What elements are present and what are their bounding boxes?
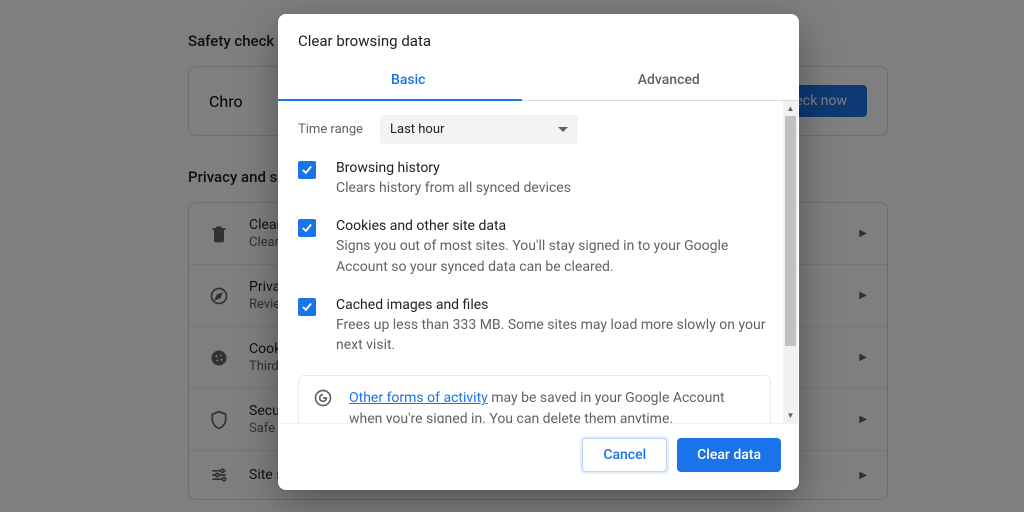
option-subtitle: Frees up less than 333 MB. Some sites ma…: [336, 315, 769, 356]
vertical-scrollbar[interactable]: ▲ ▼: [783, 101, 798, 423]
option-title: Cookies and other site data: [336, 218, 769, 234]
option-browsing-history: Browsing history Clears history from all…: [298, 160, 779, 198]
time-range-row: Time range Last hour: [298, 115, 779, 144]
clear-browsing-data-dialog: Clear browsing data Basic Advanced ▲ ▼ T…: [278, 14, 799, 490]
google-activity-info: Other forms of activity may be saved in …: [298, 375, 771, 423]
checkbox-cookies[interactable]: [298, 219, 316, 237]
other-activity-link[interactable]: Other forms of activity: [349, 390, 488, 406]
scroll-down-icon[interactable]: ▼: [783, 408, 798, 423]
dialog-actions: Cancel Clear data: [278, 423, 799, 490]
cancel-button[interactable]: Cancel: [582, 438, 667, 472]
time-range-select[interactable]: Last hour: [380, 115, 578, 144]
option-cookies: Cookies and other site data Signs you ou…: [298, 218, 779, 277]
checkbox-cached[interactable]: [298, 298, 316, 316]
checkbox-browsing-history[interactable]: [298, 161, 316, 179]
option-cached: Cached images and files Frees up less th…: [298, 297, 779, 356]
option-title: Browsing history: [336, 160, 571, 176]
dialog-title: Clear browsing data: [278, 14, 799, 62]
dropdown-arrow-icon: [558, 127, 568, 132]
dialog-tabs: Basic Advanced: [278, 62, 799, 101]
dialog-body: ▲ ▼ Time range Last hour Browsing histor…: [278, 101, 799, 423]
tab-basic[interactable]: Basic: [278, 62, 539, 100]
scrollbar-thumb[interactable]: [785, 116, 796, 346]
option-subtitle: Clears history from all synced devices: [336, 178, 571, 198]
scroll-up-icon[interactable]: ▲: [783, 101, 798, 116]
info-text: Other forms of activity may be saved in …: [349, 388, 756, 423]
tab-advanced[interactable]: Advanced: [539, 62, 800, 100]
option-subtitle: Signs you out of most sites. You'll stay…: [336, 236, 769, 277]
option-title: Cached images and files: [336, 297, 769, 313]
time-range-label: Time range: [298, 122, 380, 137]
google-icon: [313, 388, 333, 408]
time-range-value: Last hour: [390, 122, 444, 137]
clear-data-button[interactable]: Clear data: [677, 438, 781, 472]
